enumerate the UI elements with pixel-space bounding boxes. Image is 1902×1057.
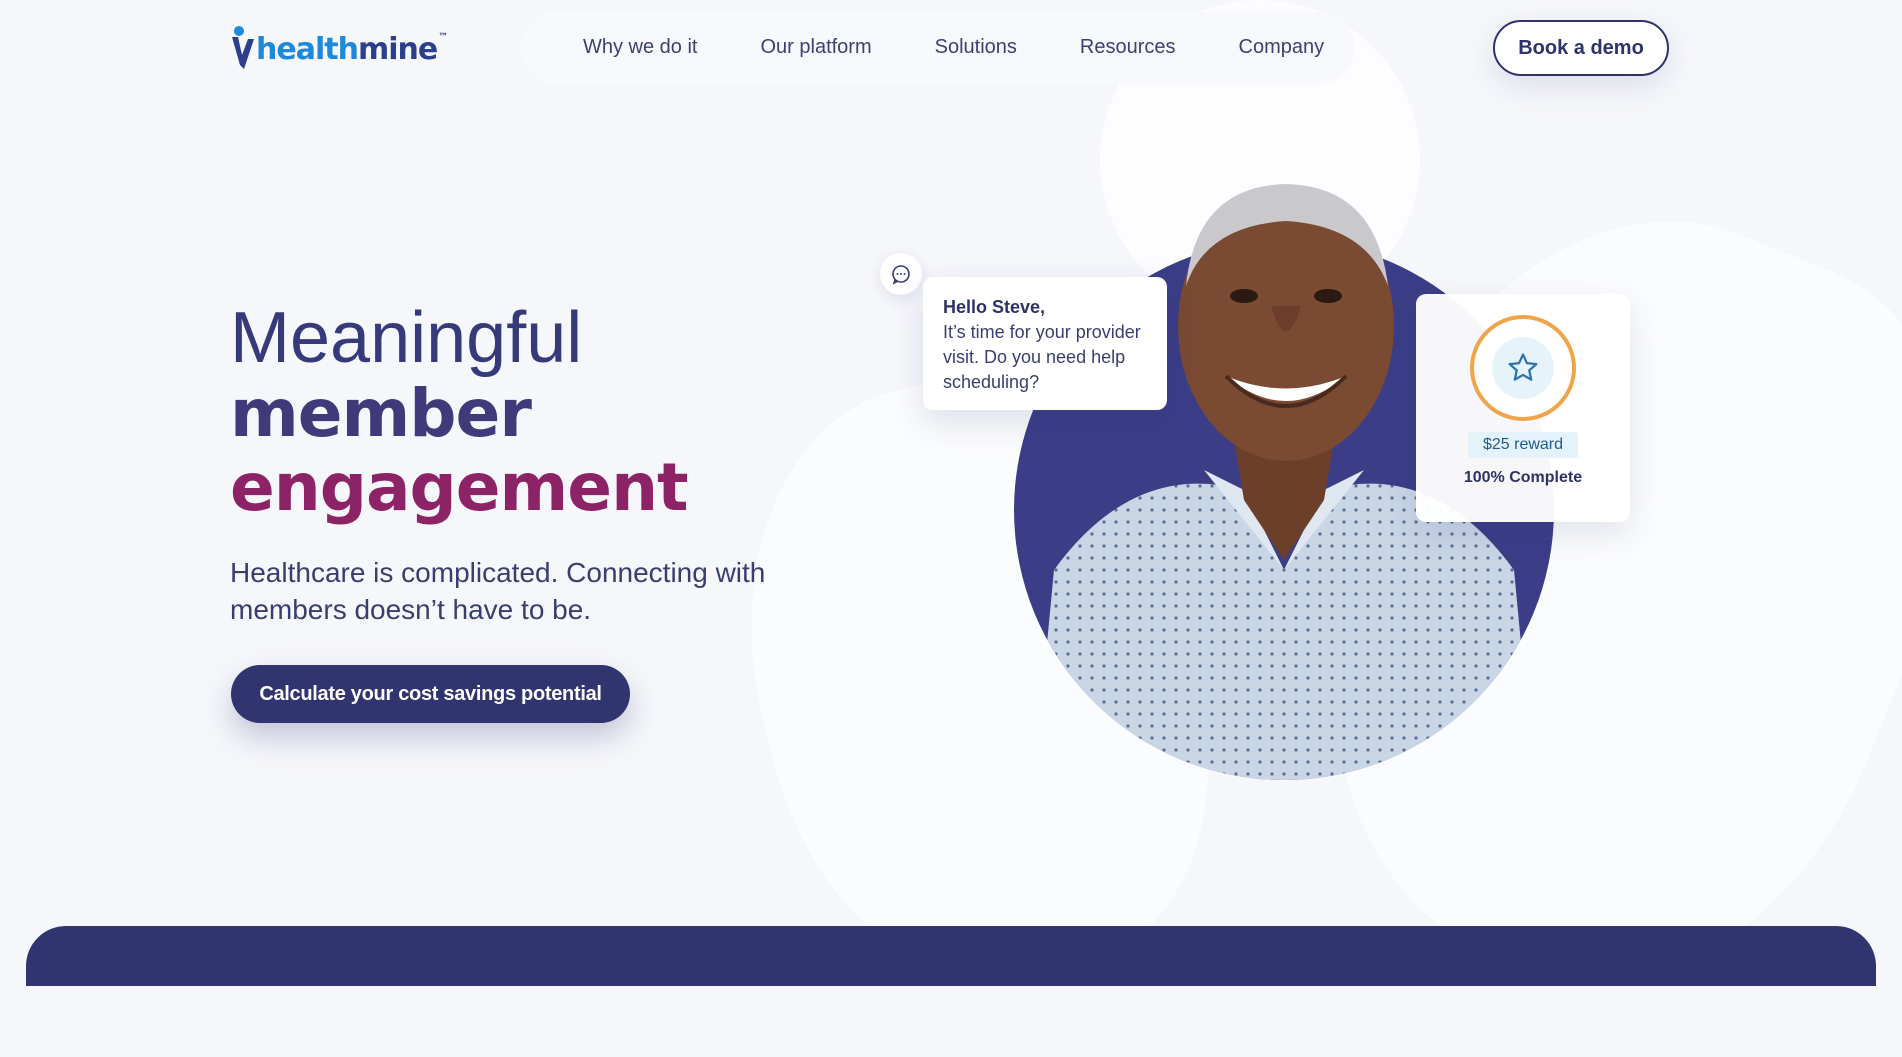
logo-wordmark: healthmine™: [256, 31, 448, 67]
nav-item-solutions[interactable]: Solutions: [935, 36, 1017, 59]
reward-amount-badge: $25 reward: [1468, 432, 1578, 458]
main-nav: Why we do it Our platform Solutions Reso…: [583, 36, 1387, 59]
hero-title-line2: member: [230, 375, 532, 452]
star-icon: [1508, 353, 1538, 381]
chat-message: It’s time for your provider visit. Do yo…: [943, 322, 1141, 392]
hero-title-line1: Meaningful: [230, 298, 583, 378]
book-demo-button[interactable]: Book a demo: [1493, 20, 1669, 76]
chat-bubble-icon: [880, 253, 922, 295]
chat-message-card: Hello Steve, It’s time for your provider…: [923, 277, 1167, 410]
nav-item-why-we-do-it[interactable]: Why we do it: [583, 36, 697, 59]
member-face: [1156, 176, 1416, 476]
next-section-band: [26, 926, 1876, 986]
reward-card: $25 reward 100% Complete: [1416, 294, 1630, 522]
reward-icon-circle: [1492, 337, 1554, 399]
healthmine-logo[interactable]: healthmine™: [230, 24, 448, 74]
chat-greeting: Hello Steve,: [943, 297, 1046, 317]
reward-progress-ring: [1470, 315, 1576, 421]
calculate-savings-button[interactable]: Calculate your cost savings potential: [231, 665, 630, 723]
hero-subtitle: Healthcare is complicated. Connecting wi…: [230, 557, 766, 625]
reward-status: 100% Complete: [1463, 469, 1583, 486]
nav-item-resources[interactable]: Resources: [1080, 36, 1176, 59]
hero-title-line3: engagement: [230, 449, 689, 526]
nav-item-our-platform[interactable]: Our platform: [760, 36, 871, 59]
person-figure-icon: [232, 26, 254, 69]
nav-item-company[interactable]: Company: [1239, 36, 1325, 59]
